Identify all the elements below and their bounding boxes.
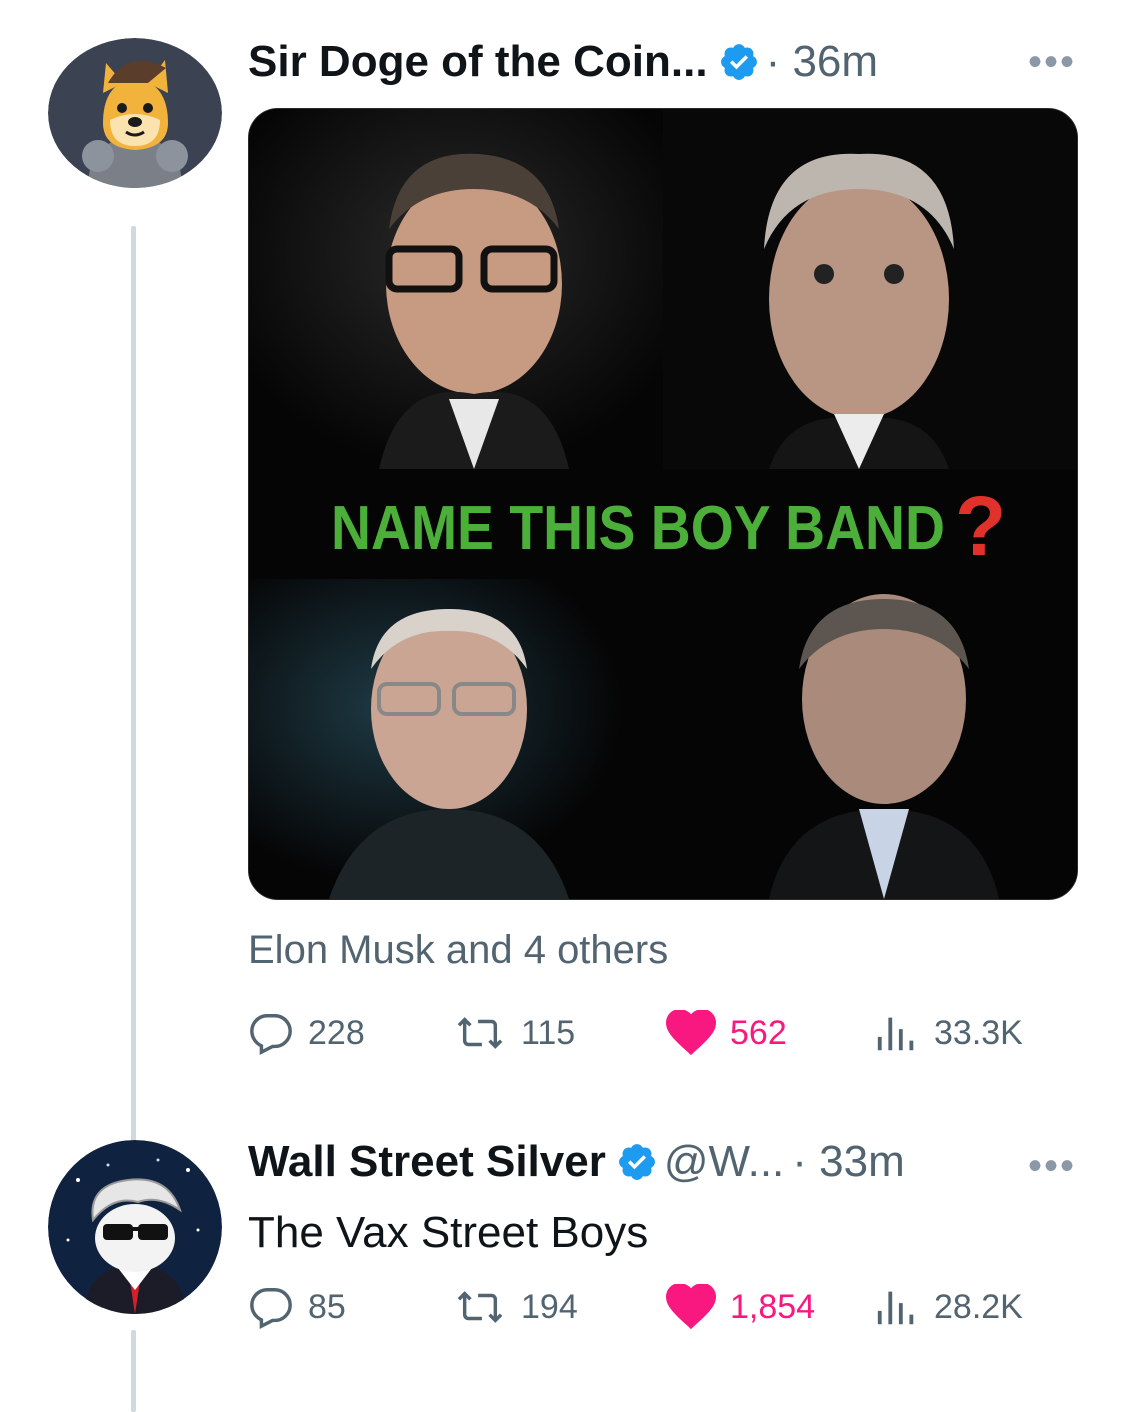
verified-badge-icon — [616, 1141, 658, 1183]
more-icon[interactable]: ••• — [1028, 1146, 1076, 1186]
avatar-wall-street-silver[interactable] — [48, 1140, 222, 1314]
retweet-icon — [457, 1017, 503, 1049]
author-handle[interactable]: @W... — [664, 1137, 784, 1187]
author-name[interactable]: Wall Street Silver — [248, 1137, 606, 1187]
tweet-1-header: Sir Doge of the Coin... · 36m — [248, 36, 878, 88]
retweet-count: 194 — [521, 1287, 578, 1326]
like-count: 1,854 — [730, 1287, 816, 1326]
meme-caption: NAME THIS BOY BAND — [331, 494, 945, 563]
tweet-1[interactable]: Sir Doge of the Coin... · 36m ••• NAME T… — [0, 0, 1125, 1100]
views-icon — [877, 1017, 914, 1051]
reply-button[interactable]: 228 — [248, 1010, 365, 1056]
tweet-2-actions: 85 194 1,854 28.2K — [248, 1284, 1108, 1344]
social-context[interactable]: Elon Musk and 4 others — [248, 928, 668, 973]
tweet-2[interactable]: Wall Street Silver @W... · 33m ••• The V… — [0, 1100, 1125, 1412]
reply-button[interactable]: 85 — [248, 1284, 346, 1330]
heart-icon — [666, 1284, 716, 1330]
like-count: 562 — [730, 1013, 787, 1052]
like-button[interactable]: 562 — [666, 1010, 787, 1056]
author-name[interactable]: Sir Doge of the Coin... — [248, 37, 708, 87]
more-icon[interactable]: ••• — [1028, 42, 1076, 82]
meme-caption-question-mark: ? — [955, 479, 1006, 573]
tweet-media-image[interactable]: NAME THIS BOY BAND ? — [248, 108, 1078, 900]
avatar-sir-doge[interactable] — [48, 38, 222, 188]
retweet-count: 115 — [521, 1013, 576, 1052]
views-button[interactable]: 28.2K — [874, 1284, 1023, 1330]
tweet-time[interactable]: · 36m — [766, 37, 878, 87]
verified-badge-icon — [718, 41, 760, 83]
views-count: 28.2K — [934, 1287, 1023, 1326]
tweet-2-header: Wall Street Silver @W... · 33m — [248, 1134, 905, 1190]
retweet-button[interactable]: 194 — [453, 1284, 578, 1330]
wss-avatar-image — [48, 1140, 222, 1314]
retweet-button[interactable]: 115 — [453, 1010, 575, 1056]
tweet-time[interactable]: · 33m — [792, 1137, 904, 1187]
reply-count: 228 — [308, 1013, 365, 1052]
views-button[interactable]: 33.3K — [874, 1010, 1023, 1056]
views-count: 33.3K — [934, 1013, 1023, 1052]
reply-icon — [250, 1288, 292, 1330]
heart-icon — [666, 1010, 716, 1056]
views-icon — [877, 1291, 914, 1325]
retweet-icon — [457, 1291, 503, 1323]
doge-avatar-image — [48, 38, 222, 188]
tweet-text: The Vax Street Boys — [248, 1208, 649, 1257]
reply-count: 85 — [308, 1287, 346, 1326]
reply-icon — [250, 1014, 292, 1056]
tweet-1-actions: 228 115 562 33.3K — [248, 1010, 1108, 1070]
boy-band-meme-image: NAME THIS BOY BAND ? — [249, 109, 1077, 899]
like-button[interactable]: 1,854 — [666, 1284, 815, 1330]
